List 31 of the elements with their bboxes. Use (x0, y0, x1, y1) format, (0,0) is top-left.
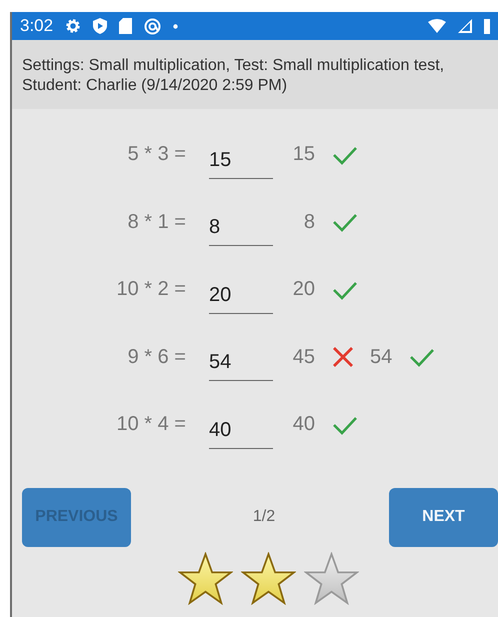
at-sign-icon (144, 18, 162, 34)
question-text: 9 * 6 = (126, 346, 186, 369)
result-value: 8 (302, 210, 315, 234)
signal-icon (458, 19, 472, 33)
star-icon (240, 552, 296, 604)
result-value: 40 (292, 413, 315, 436)
star-icon (304, 552, 358, 604)
result-value: 45 (292, 346, 315, 369)
page-indicator: 1/2 (252, 508, 276, 526)
answer-field[interactable]: 20 (209, 280, 273, 314)
gear-icon (65, 18, 82, 34)
dot-icon (173, 24, 178, 28)
result-value: 15 (292, 143, 315, 166)
test-info-text: Settings: Small multiplication, Test: Small multiplication test, Student: Charlie (9/14/2020 2:59 PM) (22, 56, 446, 96)
clock: 3:02 (20, 16, 54, 36)
answer-field[interactable]: 54 (209, 347, 273, 382)
question-text: 10 * 2 = (115, 278, 186, 302)
wifi-icon (428, 19, 446, 33)
result-value: 20 (292, 278, 315, 302)
answer-field[interactable]: 8 (209, 212, 273, 246)
shield-icon (93, 18, 108, 34)
next-button[interactable]: NEXT (389, 488, 498, 546)
answer-field[interactable]: 15 (209, 144, 273, 179)
sd-card-icon (119, 18, 132, 34)
answer-field[interactable]: 40 (209, 414, 273, 449)
question-text: 5 * 3 = (126, 143, 186, 166)
star-icon (178, 552, 232, 604)
battery-icon (484, 18, 490, 34)
question-text: 8 * 1 = (126, 210, 186, 234)
result-value: 54 (370, 346, 392, 369)
question-text: 10 * 4 = (115, 413, 186, 436)
